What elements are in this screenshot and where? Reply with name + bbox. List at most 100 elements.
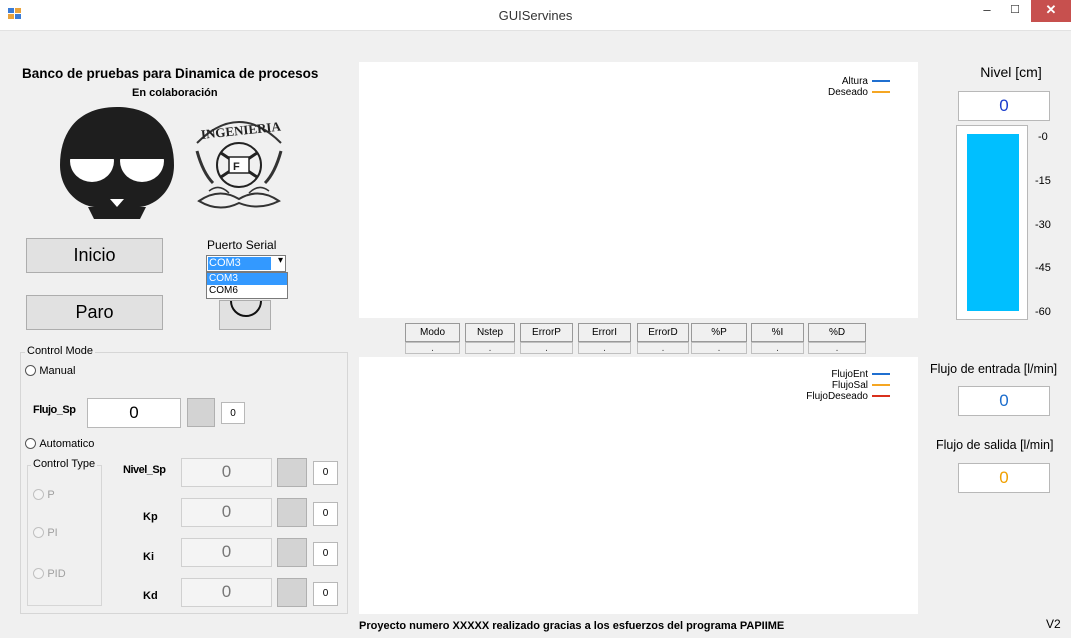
metric-header: Nstep bbox=[465, 323, 515, 342]
metric-value: . bbox=[520, 342, 573, 354]
radio-icon bbox=[25, 438, 36, 450]
metric-header: %I bbox=[751, 323, 804, 342]
nivel-tick: -60 bbox=[1035, 306, 1051, 318]
close-button[interactable]: ✕ bbox=[1031, 0, 1071, 22]
metric-value: . bbox=[751, 342, 804, 354]
nivel-sp-label: Nivel_Sp bbox=[123, 464, 166, 476]
control-type-title: Control Type bbox=[31, 458, 98, 470]
radio-icon bbox=[33, 568, 44, 580]
ki-send-button[interactable] bbox=[277, 538, 307, 567]
maximize-button[interactable]: ☐ bbox=[1001, 0, 1029, 22]
kp-label: Kp bbox=[143, 511, 158, 523]
kd-readout: 0 bbox=[313, 582, 338, 606]
nivel-sp-readout: 0 bbox=[313, 461, 338, 485]
manual-label: Manual bbox=[39, 365, 76, 377]
owl-logo bbox=[52, 103, 182, 226]
flujo-chart: FlujoEnt FlujoSal FlujoDeseado bbox=[359, 357, 918, 614]
serial-option[interactable]: COM3 bbox=[207, 273, 287, 285]
pi-radio[interactable]: PI bbox=[33, 525, 58, 539]
kd-label: Kd bbox=[143, 590, 158, 602]
version-label: V2 bbox=[1046, 617, 1061, 631]
p-radio[interactable]: P bbox=[33, 487, 55, 501]
legend-swatch bbox=[872, 91, 890, 94]
nivel-sp-send-button[interactable] bbox=[277, 458, 307, 487]
nivel-gauge-fill bbox=[967, 134, 1019, 311]
metric-header: Modo bbox=[405, 323, 460, 342]
nivel-gauge bbox=[956, 125, 1028, 320]
metric-header: %P bbox=[691, 323, 747, 342]
flujo-sp-send-button[interactable] bbox=[187, 398, 215, 427]
ki-label: Ki bbox=[143, 551, 154, 563]
legend-item-flujoent: FlujoEnt bbox=[806, 369, 890, 380]
nivel-title: Nivel [cm] bbox=[980, 64, 1042, 80]
footer-text: Proyecto numero XXXXX realizado gracias … bbox=[359, 620, 785, 632]
radio-icon bbox=[33, 489, 44, 501]
legend-swatch bbox=[872, 384, 890, 387]
legend-swatch bbox=[872, 373, 890, 376]
radio-icon bbox=[25, 365, 36, 377]
ingenieria-seal: INGENIERIA F bbox=[189, 103, 289, 222]
nivel-value: 0 bbox=[958, 91, 1050, 121]
pid-radio[interactable]: PID bbox=[33, 566, 66, 580]
metric-value: . bbox=[465, 342, 515, 354]
paro-button[interactable]: Paro bbox=[26, 295, 163, 330]
chart-legend: FlujoEnt FlujoSal FlujoDeseado bbox=[806, 369, 890, 402]
ki-input[interactable]: 0 bbox=[181, 538, 272, 567]
serial-selected-value: COM3 bbox=[208, 257, 271, 270]
altura-chart: Altura Deseado bbox=[359, 62, 918, 318]
nivel-sp-input[interactable]: 0 bbox=[181, 458, 272, 487]
flujo-entrada-value: 0 bbox=[958, 386, 1050, 416]
legend-item-deseado: Deseado bbox=[828, 87, 890, 98]
legend-item-flujosal: FlujoSal bbox=[806, 380, 890, 391]
title-bar: GUIServines ‒ ☐ ✕ bbox=[0, 0, 1071, 31]
kd-send-button[interactable] bbox=[277, 578, 307, 607]
legend-label: Deseado bbox=[827, 87, 868, 98]
pi-label: PI bbox=[47, 527, 58, 539]
window-title: GUIServines bbox=[498, 8, 573, 23]
nivel-tick: -45 bbox=[1035, 262, 1051, 274]
flujo-entrada-label: Flujo de entrada [l/min] bbox=[930, 362, 1058, 376]
serial-dropdown-list: COM3 COM6 bbox=[206, 272, 288, 299]
serial-port-select[interactable]: COM3 ▾ bbox=[206, 255, 286, 272]
metric-value: . bbox=[637, 342, 689, 354]
metric-value: . bbox=[578, 342, 631, 354]
pid-label: PID bbox=[47, 568, 66, 580]
legend-swatch bbox=[872, 80, 890, 83]
nivel-tick: -0 bbox=[1038, 131, 1048, 143]
metric-header: ErrorI bbox=[578, 323, 631, 342]
legend-item-altura: Altura bbox=[828, 76, 890, 87]
svg-text:INGENIERIA: INGENIERIA bbox=[200, 119, 282, 142]
nivel-tick: -30 bbox=[1035, 219, 1051, 231]
chevron-down-icon: ▾ bbox=[277, 255, 283, 266]
radio-icon bbox=[33, 527, 44, 539]
flujo-salida-value: 0 bbox=[958, 463, 1050, 493]
chart-legend: Altura Deseado bbox=[828, 76, 890, 98]
nivel-tick: -15 bbox=[1035, 175, 1051, 187]
manual-radio[interactable]: Manual bbox=[25, 363, 75, 377]
metric-value: . bbox=[691, 342, 747, 354]
kp-send-button[interactable] bbox=[277, 498, 307, 527]
kd-input[interactable]: 0 bbox=[181, 578, 272, 607]
minimize-button[interactable]: ‒ bbox=[973, 0, 1001, 22]
automatico-label: Automatico bbox=[39, 438, 95, 450]
legend-label: Altura bbox=[841, 76, 868, 87]
kp-input[interactable]: 0 bbox=[181, 498, 272, 527]
serial-port-label: Puerto Serial bbox=[207, 238, 277, 252]
legend-swatch bbox=[872, 395, 890, 398]
p-label: P bbox=[47, 489, 55, 501]
inicio-button[interactable]: Inicio bbox=[26, 238, 163, 273]
metric-header: ErrorD bbox=[637, 323, 689, 342]
control-mode-title: Control Mode bbox=[25, 345, 96, 357]
collab-subtitle: En colaboración bbox=[132, 87, 218, 99]
legend-label: FlujoEnt bbox=[831, 369, 868, 380]
metric-header: %D bbox=[808, 323, 866, 342]
app-heading: Banco de pruebas para Dinamica de proces… bbox=[22, 66, 319, 81]
flujo-sp-input[interactable]: 0 bbox=[87, 398, 181, 428]
automatico-radio[interactable]: Automatico bbox=[25, 436, 94, 450]
kp-readout: 0 bbox=[313, 502, 338, 526]
legend-label: FlujoSal bbox=[831, 380, 868, 391]
serial-option[interactable]: COM6 bbox=[207, 285, 287, 297]
flujo-sp-readout: 0 bbox=[221, 402, 245, 424]
connect-button[interactable] bbox=[219, 300, 271, 330]
legend-item-flujodeseado: FlujoDeseado bbox=[806, 391, 890, 402]
